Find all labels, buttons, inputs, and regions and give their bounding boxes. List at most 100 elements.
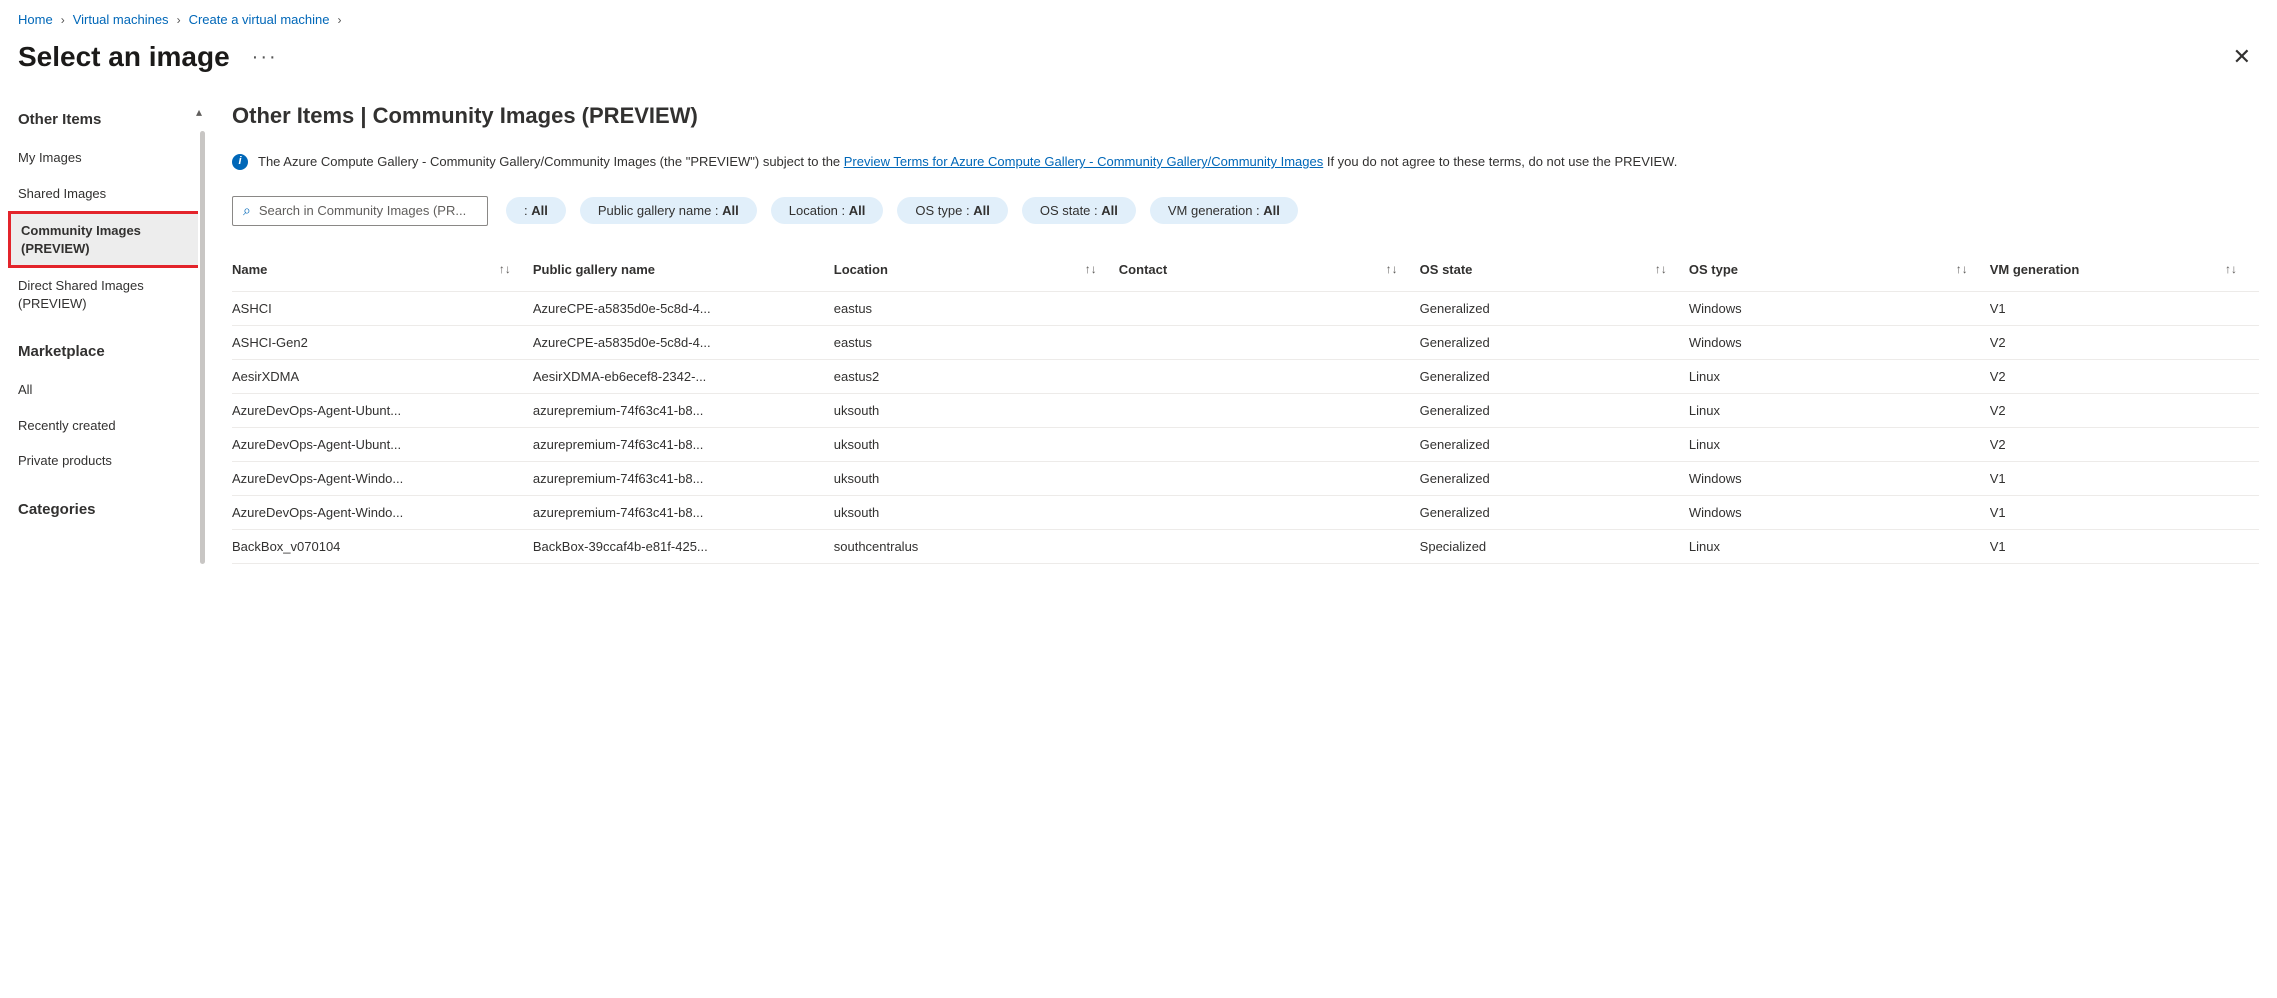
table-cell: BackBox_v070104 <box>232 529 533 563</box>
table-cell: southcentralus <box>834 529 1119 563</box>
table-cell: V2 <box>1990 359 2259 393</box>
table-cell: AesirXDMA <box>232 359 533 393</box>
table-cell: azurepremium-74f63c41-b8... <box>533 495 834 529</box>
table-row[interactable]: AesirXDMAAesirXDMA-eb6ecef8-2342-...east… <box>232 359 2259 393</box>
sort-icon[interactable]: ↑↓ <box>499 262 523 276</box>
table-cell <box>1119 291 1420 325</box>
sidebar-item-direct-shared-images[interactable]: Direct Shared Images (PREVIEW) <box>18 268 198 321</box>
sort-icon[interactable]: ↑↓ <box>2225 262 2249 276</box>
table-cell: Windows <box>1689 291 1990 325</box>
scroll-up-icon[interactable]: ▴ <box>196 105 202 119</box>
table-cell <box>1119 325 1420 359</box>
table-cell: eastus2 <box>834 359 1119 393</box>
filters-row: ⌕ : All Public gallery name : All Location… <box>232 196 2259 226</box>
sidebar-item-all[interactable]: All <box>18 372 198 408</box>
table-cell: V2 <box>1990 393 2259 427</box>
sort-icon[interactable]: ↑↓ <box>1655 262 1679 276</box>
page-title: Select an image <box>18 41 230 73</box>
search-input[interactable] <box>259 203 477 218</box>
table-cell: eastus <box>834 325 1119 359</box>
table-row[interactable]: AzureDevOps-Agent-Windo...azurepremium-7… <box>232 461 2259 495</box>
table-cell: AzureDevOps-Agent-Windo... <box>232 495 533 529</box>
sidebar-heading-marketplace: Marketplace <box>18 343 198 360</box>
breadcrumb-vms[interactable]: Virtual machines <box>73 12 169 27</box>
table-cell: Generalized <box>1420 427 1689 461</box>
column-header[interactable]: OS state↑↓ <box>1420 252 1689 292</box>
table-cell <box>1119 461 1420 495</box>
table-cell: Linux <box>1689 529 1990 563</box>
sidebar-item-recently-created[interactable]: Recently created <box>18 408 198 444</box>
filter-pill[interactable]: OS state : All <box>1022 197 1136 224</box>
table-cell <box>1119 529 1420 563</box>
table-cell: Generalized <box>1420 291 1689 325</box>
info-text-post: If you do not agree to these terms, do n… <box>1323 154 1677 169</box>
column-header[interactable]: Name↑↓ <box>232 252 533 292</box>
filter-pill[interactable]: Public gallery name : All <box>580 197 757 224</box>
column-header[interactable]: OS type↑↓ <box>1689 252 1990 292</box>
table-cell: BackBox-39ccaf4b-e81f-425... <box>533 529 834 563</box>
table-row[interactable]: AzureDevOps-Agent-Windo...azurepremium-7… <box>232 495 2259 529</box>
info-text-pre: The Azure Compute Gallery - Community Ga… <box>258 154 844 169</box>
table-row[interactable]: BackBox_v070104BackBox-39ccaf4b-e81f-425… <box>232 529 2259 563</box>
page-header: Select an image ··· ✕ <box>18 41 2259 73</box>
scroll-thumb[interactable] <box>200 131 205 564</box>
table-cell: Windows <box>1689 461 1990 495</box>
filter-pill[interactable]: VM generation : All <box>1150 197 1298 224</box>
table-cell: Generalized <box>1420 393 1689 427</box>
table-cell: uksouth <box>834 427 1119 461</box>
sidebar-scrollbar[interactable]: ▴ <box>198 103 208 564</box>
table-row[interactable]: ASHCIAzureCPE-a5835d0e-5c8d-4...eastusGe… <box>232 291 2259 325</box>
sort-icon[interactable]: ↑↓ <box>1386 262 1410 276</box>
table-row[interactable]: AzureDevOps-Agent-Ubunt...azurepremium-7… <box>232 393 2259 427</box>
table-row[interactable]: ASHCI-Gen2AzureCPE-a5835d0e-5c8d-4...eas… <box>232 325 2259 359</box>
search-box[interactable]: ⌕ <box>232 196 488 226</box>
preview-terms-link[interactable]: Preview Terms for Azure Compute Gallery … <box>844 154 1323 169</box>
sidebar-item-shared-images[interactable]: Shared Images <box>18 176 198 212</box>
more-actions-icon[interactable]: ··· <box>252 46 278 69</box>
close-icon[interactable]: ✕ <box>2233 44 2259 70</box>
table-cell: eastus <box>834 291 1119 325</box>
section-title: Other Items | Community Images (PREVIEW) <box>232 103 2259 129</box>
table-cell: V1 <box>1990 495 2259 529</box>
table-cell: V2 <box>1990 325 2259 359</box>
table-cell: Generalized <box>1420 359 1689 393</box>
chevron-right-icon: › <box>177 13 181 27</box>
breadcrumb-home[interactable]: Home <box>18 12 53 27</box>
info-icon: i <box>232 154 248 170</box>
sidebar-heading-other-items: Other Items <box>18 111 198 128</box>
sidebar-item-private-products[interactable]: Private products <box>18 443 198 479</box>
search-icon: ⌕ <box>243 202 251 219</box>
filter-pill[interactable]: : All <box>506 197 566 224</box>
column-header[interactable]: Public gallery name <box>533 252 834 292</box>
sort-icon[interactable]: ↑↓ <box>1956 262 1980 276</box>
table-cell <box>1119 427 1420 461</box>
table-cell: azurepremium-74f63c41-b8... <box>533 393 834 427</box>
sidebar-item-my-images[interactable]: My Images <box>18 140 198 176</box>
column-header[interactable]: Contact↑↓ <box>1119 252 1420 292</box>
table-cell <box>1119 495 1420 529</box>
table-cell: Windows <box>1689 325 1990 359</box>
table-cell: uksouth <box>834 461 1119 495</box>
filter-pill[interactable]: OS type : All <box>897 197 1007 224</box>
sidebar-item-community-images[interactable]: Community Images (PREVIEW) <box>8 211 206 268</box>
table-cell: AzureDevOps-Agent-Ubunt... <box>232 393 533 427</box>
table-cell: AzureCPE-a5835d0e-5c8d-4... <box>533 325 834 359</box>
breadcrumb-create-vm[interactable]: Create a virtual machine <box>189 12 330 27</box>
filter-pill[interactable]: Location : All <box>771 197 884 224</box>
table-cell: ASHCI-Gen2 <box>232 325 533 359</box>
table-cell: Generalized <box>1420 495 1689 529</box>
sort-icon[interactable]: ↑↓ <box>1085 262 1109 276</box>
table-cell: Linux <box>1689 427 1990 461</box>
chevron-right-icon: › <box>61 13 65 27</box>
column-header[interactable]: Location↑↓ <box>834 252 1119 292</box>
table-cell: uksouth <box>834 495 1119 529</box>
info-banner: i The Azure Compute Gallery - Community … <box>232 153 2259 172</box>
chevron-right-icon: › <box>337 13 341 27</box>
column-header[interactable]: VM generation↑↓ <box>1990 252 2259 292</box>
sidebar: Other Items My Images Shared Images Comm… <box>18 103 198 564</box>
table-cell <box>1119 359 1420 393</box>
table-cell: AesirXDMA-eb6ecef8-2342-... <box>533 359 834 393</box>
table-cell: Specialized <box>1420 529 1689 563</box>
table-row[interactable]: AzureDevOps-Agent-Ubunt...azurepremium-7… <box>232 427 2259 461</box>
table-cell: V1 <box>1990 291 2259 325</box>
